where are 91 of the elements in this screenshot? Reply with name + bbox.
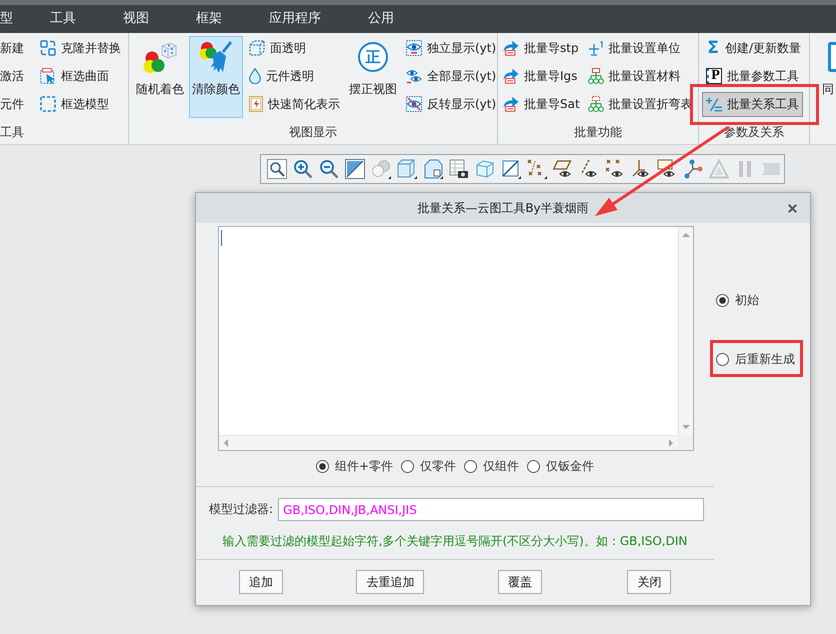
radio-label[interactable]: 仅钣金件 [546, 458, 594, 474]
ribbon-button[interactable]: 克隆并替换 [36, 36, 125, 60]
connected-nodes-icon[interactable] [683, 159, 703, 179]
menu-item[interactable]: 应用程序 [269, 10, 321, 28]
group-label: 工具 [0, 125, 24, 140]
diagonal-square-icon[interactable] [501, 159, 521, 179]
ribbon-large-button[interactable]: 清除颜色 [189, 36, 243, 118]
ribbon-button[interactable]: 批量导Sat [499, 92, 584, 116]
radio-button[interactable] [401, 460, 414, 472]
dashed-cube-icon [249, 40, 265, 56]
circled-glyph-icon: 正 [358, 42, 388, 72]
hint-text: 输入需要过滤的模型起始字符,多个关键字用逗号隔开(不区分大小写)。如：GB,ISO,DIN [222, 533, 688, 549]
eye-icon [406, 40, 422, 56]
ribbon-button[interactable]: 激活 [0, 64, 28, 88]
sigma-icon: Σ [706, 40, 720, 56]
cross-points-icon[interactable] [527, 159, 547, 179]
ribbon-button[interactable]: 元件 [0, 92, 28, 116]
dialog-button[interactable]: 追加 [238, 570, 283, 594]
menu-item[interactable]: 工具 [50, 10, 76, 28]
radio-button[interactable] [464, 460, 478, 472]
scrollbar-corner [678, 435, 693, 450]
drop-icon [249, 68, 261, 84]
shaded-square-icon[interactable] [345, 159, 365, 179]
zoom-out-icon[interactable] [319, 159, 339, 179]
export-arrow-icon [503, 40, 519, 56]
color-dice-icon [143, 40, 177, 74]
dialog-title: 批量关系—云图工具By半蓑烟雨 [417, 200, 589, 216]
text-cursor [221, 230, 222, 246]
menu-item[interactable]: 型 [0, 10, 13, 28]
dialog-button[interactable]: 去重追加 [356, 570, 424, 594]
two-eyes-icon [406, 68, 422, 84]
note-eye-icon[interactable] [657, 159, 677, 179]
cube-badge-icon[interactable] [423, 159, 443, 179]
radio-label[interactable]: 初始 [735, 292, 759, 308]
ribbon-button[interactable]: 反转显示(yt) [402, 92, 500, 116]
group-label: 批量功能 [574, 125, 622, 140]
table-camera-icon[interactable] [449, 159, 469, 179]
filter-label: 模型过滤器: [209, 501, 274, 518]
dialog-button[interactable]: 覆盖 [498, 570, 542, 594]
hierarchy-icon [588, 68, 604, 84]
radio-label[interactable]: 组件+零件 [334, 458, 394, 474]
ribbon-button[interactable]: 面透明 [245, 36, 310, 60]
plus-equals-icon [706, 96, 722, 112]
ribbon-button[interactable]: 批量导stp [499, 36, 583, 60]
zoom-in-icon[interactable] [293, 159, 313, 179]
crosses-eye-icon[interactable] [605, 159, 625, 179]
ribbon-button[interactable]: 批量关系工具 [702, 92, 803, 116]
radio-button[interactable] [316, 460, 329, 472]
linked-squares-icon [40, 40, 56, 56]
ribbon-large-button[interactable]: 随机着色 [133, 36, 187, 118]
zoom-fit-icon[interactable] [267, 159, 287, 179]
ribbon-button[interactable]: 框选曲面 [36, 64, 113, 88]
dashed-line-eye-icon[interactable] [579, 159, 599, 179]
menu-item[interactable]: 公用 [368, 10, 394, 28]
menu-item[interactable]: 框架 [196, 10, 222, 28]
hierarchy-icon [588, 96, 604, 112]
crossed-eye-icon [406, 96, 422, 112]
cursor-selection-icon [40, 68, 56, 84]
ribbon-large-button[interactable]: 正 摆正视图 [346, 36, 400, 118]
brush-icon [199, 40, 233, 74]
ribbon-large-button[interactable]: 同 [819, 36, 836, 118]
ribbon-button[interactable]: 全部显示(yt) [402, 64, 500, 88]
ribbon-button[interactable]: 框选模型 [36, 92, 113, 116]
ribbon-button[interactable]: 批量导Igs [499, 64, 582, 88]
export-arrow-icon [503, 96, 519, 112]
radio-label[interactable]: 仅组件 [483, 458, 520, 474]
ribbon-button[interactable]: 独立显示(yt) [402, 36, 500, 60]
letter-tile-icon: P [706, 68, 722, 84]
ribbon-button[interactable]: 元件透明 [245, 64, 318, 88]
export-arrow-icon [503, 68, 519, 84]
ribbon-button[interactable]: 批量设置单位 [584, 36, 685, 60]
cube-icon[interactable] [397, 159, 417, 179]
menu-item[interactable]: 视图 [123, 10, 149, 28]
ribbon-button[interactable]: 快速简化表示 [245, 92, 344, 116]
ribbon-button[interactable]: 批量设置材料 [584, 64, 685, 88]
group-label: 视图显示 [289, 125, 337, 140]
lightning-frame-icon [249, 96, 263, 112]
radio-button[interactable] [527, 460, 540, 472]
close-icon[interactable] [788, 204, 797, 212]
ribbon-button[interactable]: Σ 创建/更新数量 [702, 36, 806, 60]
axis-icon [588, 40, 604, 56]
dashed-square-icon [40, 96, 56, 112]
radio-button[interactable] [716, 294, 729, 306]
radio-label[interactable]: 仅零件 [420, 458, 456, 474]
plane-eye-icon[interactable] [553, 159, 573, 179]
axes-eye-icon[interactable] [631, 159, 651, 179]
ribbon-button[interactable]: P 批量参数工具 [702, 64, 803, 88]
radio-label[interactable]: 后重新生成 [735, 351, 795, 367]
ribbon-button[interactable]: 新建 [0, 36, 28, 60]
dialog-button[interactable]: 关闭 [627, 570, 672, 594]
radio-button[interactable] [716, 352, 729, 366]
